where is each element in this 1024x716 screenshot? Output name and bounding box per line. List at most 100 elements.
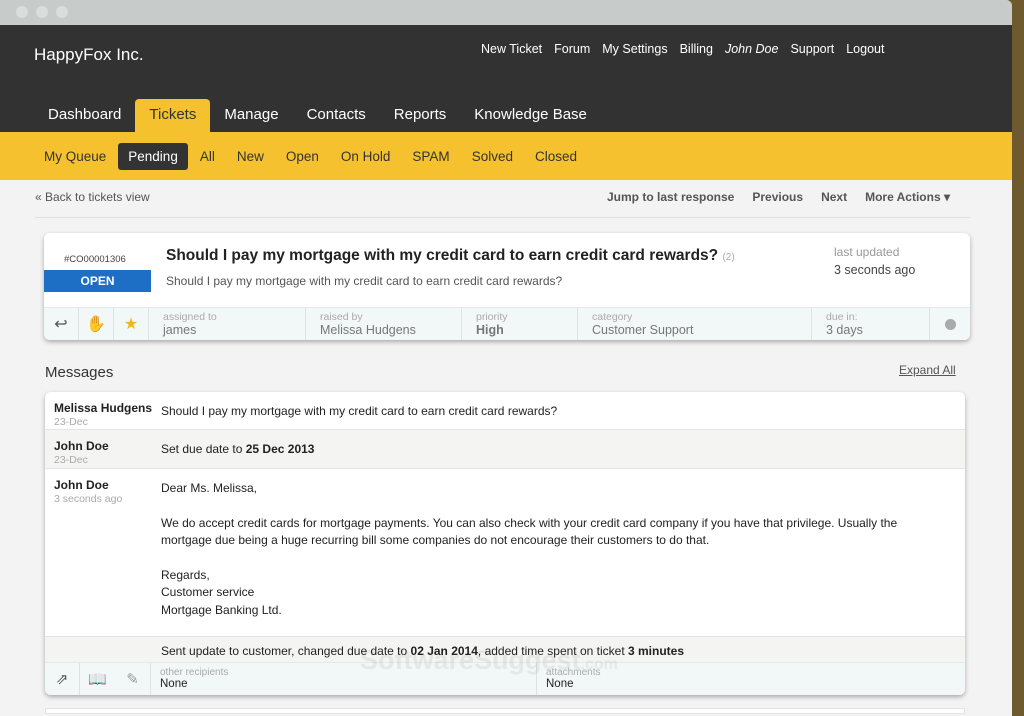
more-actions-dropdown[interactable]: More Actions ▾ (865, 190, 950, 204)
message-paragraph: We do accept credit cards for mortgage p… (161, 515, 898, 548)
status-badge: OPEN (44, 270, 151, 292)
summary-text: Sent update to customer, changed due dat… (161, 644, 411, 658)
message-text-part: Set due date to (161, 442, 246, 456)
header: HappyFox Inc. New Ticket Forum My Settin… (0, 25, 1012, 132)
ticket-title: Should I pay my mortgage with my credit … (166, 247, 735, 265)
field-value: james (163, 323, 197, 337)
my-settings-link[interactable]: My Settings (602, 42, 667, 56)
expand-all-link[interactable]: Expand All (899, 363, 956, 377)
field-value: None (546, 678, 574, 690)
app-window: HappyFox Inc. New Ticket Forum My Settin… (0, 0, 1012, 716)
pencil-icon[interactable]: ✎ (115, 663, 151, 695)
subtab-on-hold[interactable]: On Hold (331, 143, 401, 170)
window-titlebar (0, 0, 1012, 25)
ticket-id: #CO00001306 (64, 254, 126, 265)
message-author: John Doe (54, 478, 109, 492)
tab-reports[interactable]: Reports (380, 99, 461, 132)
message-text: Should I pay my mortgage with my credit … (161, 404, 558, 418)
support-link[interactable]: Support (790, 42, 834, 56)
attachments-field: attachments None (537, 663, 965, 695)
message-time: 23-Dec (54, 454, 88, 466)
field-label: assigned to (163, 311, 217, 323)
logout-link[interactable]: Logout (846, 42, 884, 56)
field-value: Customer Support (592, 323, 694, 337)
tab-contacts[interactable]: Contacts (293, 99, 380, 132)
message-greeting: Dear Ms. Melissa, (161, 481, 258, 495)
summary-text: , added time spent on ticket (477, 644, 628, 658)
reply-icon[interactable]: ↩ (44, 308, 79, 340)
status-dot-icon[interactable] (930, 308, 970, 340)
maximize-window-button[interactable] (56, 6, 68, 18)
subtab-solved[interactable]: Solved (462, 143, 523, 170)
update-summary: Sent update to customer, changed due dat… (45, 636, 965, 662)
minimize-window-button[interactable] (36, 6, 48, 18)
action-bar: « Back to tickets view Jump to last resp… (35, 190, 970, 218)
subtab-my-queue[interactable]: My Queue (34, 143, 116, 170)
star-icon[interactable]: ★ (114, 308, 149, 340)
last-updated-label: last updated (834, 245, 900, 259)
subtab-new[interactable]: New (227, 143, 274, 170)
category-field[interactable]: category Customer Support (578, 308, 812, 340)
ticket-meta-bar: ↩ ✋ ★ assigned to james raised by Melissa … (44, 307, 970, 340)
new-ticket-link[interactable]: New Ticket (481, 42, 542, 56)
ticket-subtitle: Should I pay my mortgage with my credit … (166, 274, 563, 288)
summary-time: 3 minutes (628, 644, 685, 658)
last-updated-value: 3 seconds ago (834, 263, 916, 277)
close-window-button[interactable] (16, 6, 28, 18)
billing-link[interactable]: Billing (680, 42, 713, 56)
field-label: raised by (320, 311, 363, 323)
message-author: John Doe (54, 439, 109, 453)
tab-tickets[interactable]: Tickets (135, 99, 211, 132)
main-tabs: Dashboard Tickets Manage Contacts Report… (34, 99, 601, 132)
message-item[interactable]: John Doe 23-Dec Set due date to 25 Dec 2… (45, 430, 965, 469)
next-link[interactable]: Next (821, 190, 847, 204)
subtab-all[interactable]: All (190, 143, 225, 170)
message-meta-bar: ⇗ 📖 ✎ other recipients None attachments No… (45, 662, 965, 695)
forward-icon[interactable]: ⇗ (45, 663, 80, 695)
due-in-field[interactable]: due in: 3 days (812, 308, 930, 340)
book-icon[interactable]: 📖 (80, 663, 115, 695)
user-link[interactable]: John Doe (725, 42, 779, 56)
previous-link[interactable]: Previous (752, 190, 803, 204)
other-recipients-field: other recipients None (151, 663, 537, 695)
message-footer: Sent update to customer, changed due dat… (45, 636, 965, 695)
subtab-open[interactable]: Open (276, 143, 329, 170)
field-value: None (160, 678, 188, 690)
subtab-pending[interactable]: Pending (118, 142, 188, 170)
hand-icon[interactable]: ✋ (79, 308, 114, 340)
message-item: John Doe 3 seconds ago Dear Ms. Melissa,… (45, 469, 965, 636)
messages-list: Melissa Hudgens 23-Dec Should I pay my m… (45, 392, 965, 695)
field-value: 3 days (826, 323, 863, 337)
subtab-spam[interactable]: SPAM (402, 143, 459, 170)
raised-by-field[interactable]: raised by Melissa Hudgens (306, 308, 462, 340)
ticket-filter-tabs: My Queue Pending All New Open On Hold SP… (0, 132, 1012, 180)
priority-field[interactable]: priority High (462, 308, 578, 340)
message-body: Dear Ms. Melissa, We do accept credit ca… (161, 469, 965, 619)
message-item[interactable]: Melissa Hudgens 23-Dec Should I pay my m… (45, 392, 965, 430)
message-author: Melissa Hudgens (54, 401, 153, 415)
message-text: Set due date to 25 Dec 2013 (161, 430, 965, 459)
field-value: High (476, 323, 504, 337)
back-link[interactable]: « Back to tickets view (35, 190, 150, 204)
assigned-to-field[interactable]: assigned to james (149, 308, 306, 340)
field-label: attachments (546, 667, 601, 678)
field-label: due in: (826, 311, 858, 323)
message-time: 23-Dec (54, 416, 88, 428)
tab-knowledge-base[interactable]: Knowledge Base (460, 99, 601, 132)
message-time: 3 seconds ago (54, 493, 123, 505)
tab-manage[interactable]: Manage (210, 99, 292, 132)
ticket-title-text: Should I pay my mortgage with my credit … (166, 247, 719, 264)
tab-dashboard[interactable]: Dashboard (34, 99, 135, 132)
logo: HappyFox Inc. (34, 45, 144, 64)
message-signature: Customer service (161, 585, 255, 599)
jump-to-last-response-link[interactable]: Jump to last response (607, 190, 734, 204)
summary-date: 02 Jan 2014 (410, 644, 478, 658)
message-signature: Mortgage Banking Ltd. (161, 602, 282, 617)
subtab-closed[interactable]: Closed (525, 143, 587, 170)
messages-heading: Messages (45, 364, 114, 381)
due-date: 25 Dec 2013 (245, 442, 315, 456)
message-count: (2) (722, 252, 735, 263)
forum-link[interactable]: Forum (554, 42, 590, 56)
message-signature: Regards, (161, 567, 210, 582)
field-value: Melissa Hudgens (320, 323, 416, 337)
